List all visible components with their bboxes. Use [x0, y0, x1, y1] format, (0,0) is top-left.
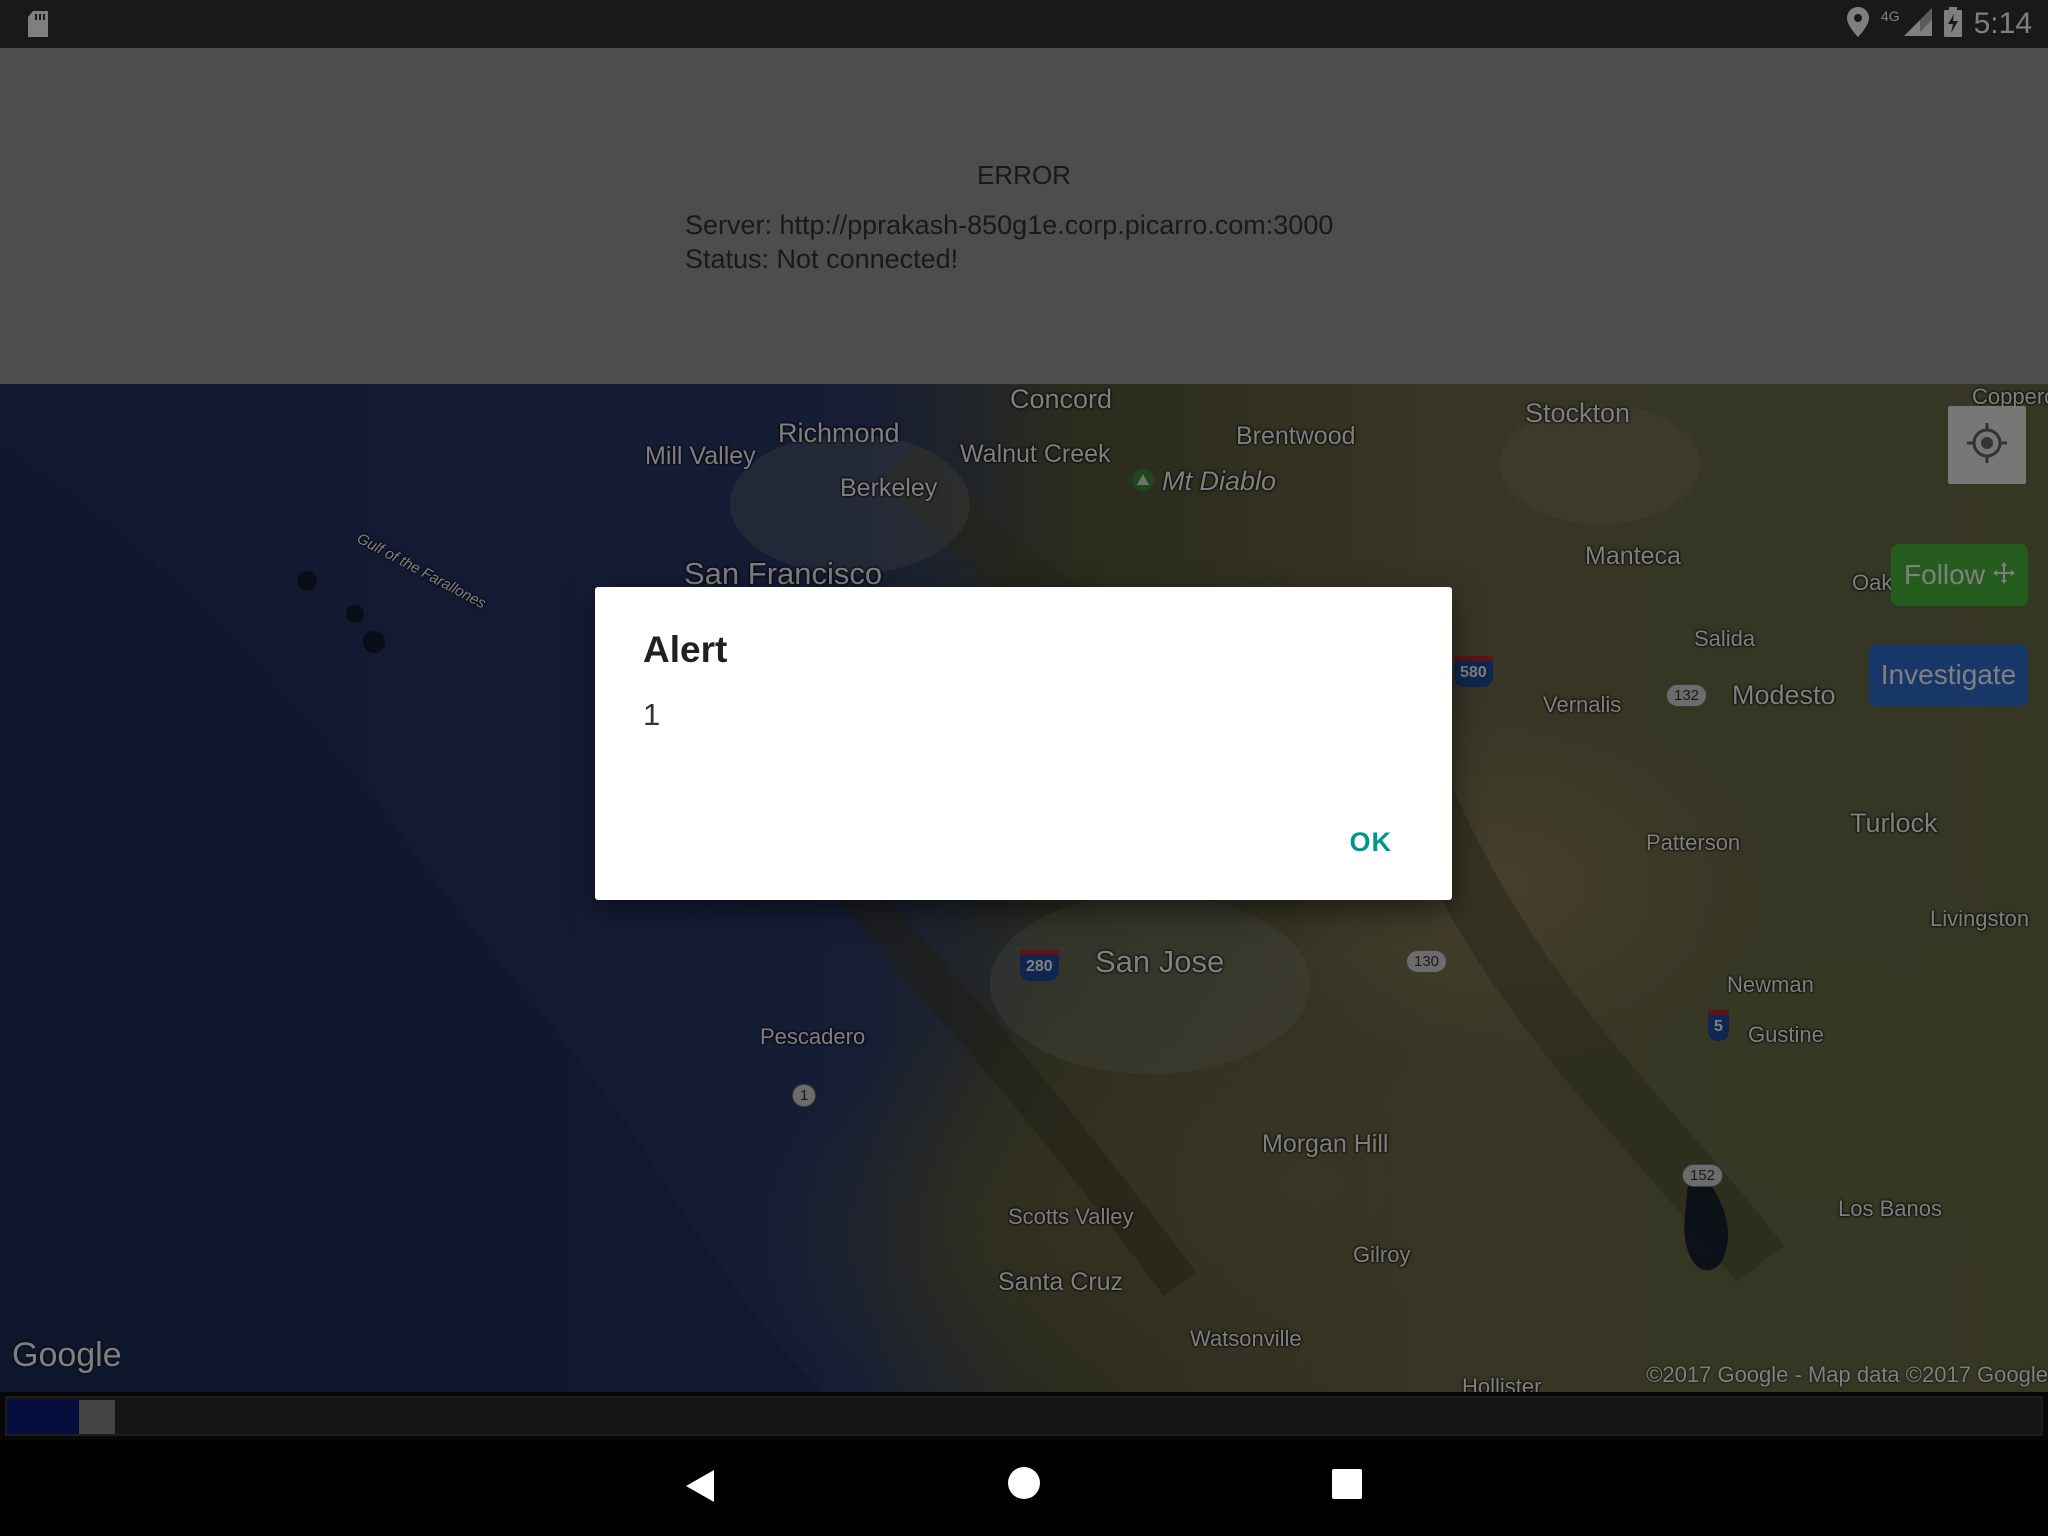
ok-button[interactable]: OK — [1350, 827, 1393, 858]
recents-icon[interactable] — [1332, 1469, 1362, 1504]
navigation-bar — [0, 1440, 2048, 1536]
alert-dialog: Alert 1 OK — [595, 587, 1452, 900]
dialog-message: 1 — [643, 697, 661, 732]
home-icon[interactable] — [1007, 1466, 1041, 1505]
back-icon[interactable] — [684, 1468, 716, 1509]
dialog-title: Alert — [643, 629, 728, 670]
